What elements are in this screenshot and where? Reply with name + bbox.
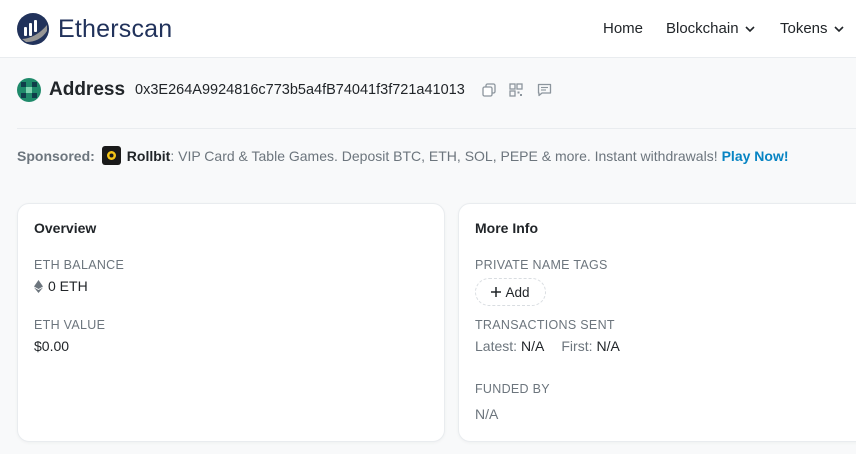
nav-tokens-label: Tokens bbox=[780, 20, 828, 37]
etherscan-logo-icon bbox=[17, 13, 49, 45]
latest-label: Latest: bbox=[475, 338, 518, 354]
qr-code-icon[interactable] bbox=[509, 83, 523, 97]
rollbit-logo-icon bbox=[101, 146, 121, 165]
divider bbox=[17, 128, 856, 129]
top-navbar: Etherscan Home Blockchain Tokens bbox=[0, 0, 856, 58]
add-name-tag-button[interactable]: Add bbox=[475, 278, 546, 306]
nav-blockchain[interactable]: Blockchain bbox=[666, 20, 755, 37]
address-hash: 0x3E264A9924816c773b5a4fB74041f3f721a410… bbox=[135, 82, 465, 98]
nav-tokens[interactable]: Tokens bbox=[780, 20, 844, 37]
sponsored-label: Sponsored: bbox=[17, 147, 95, 164]
add-label: Add bbox=[505, 284, 530, 300]
sponsor-text: : VIP Card & Table Games. Deposit BTC, E… bbox=[170, 147, 718, 164]
eth-balance-value: 0 ETH bbox=[34, 278, 88, 294]
chevron-down-icon bbox=[833, 25, 844, 32]
first-label: First: bbox=[561, 338, 593, 354]
sponsored-banner: Sponsored: Rollbit : VIP Card & Table Ga… bbox=[17, 146, 789, 165]
copy-icon[interactable] bbox=[482, 83, 496, 97]
eth-value-label: ETH VALUE bbox=[34, 318, 106, 332]
nav-home-label: Home bbox=[603, 20, 644, 37]
private-name-tags-label: PRIVATE NAME TAGS bbox=[475, 258, 608, 272]
latest-value: N/A bbox=[521, 338, 545, 354]
address-avatar bbox=[17, 78, 41, 102]
page-title: Address bbox=[49, 79, 126, 100]
eth-balance-label: ETH BALANCE bbox=[34, 258, 125, 272]
nav-home[interactable]: Home bbox=[603, 20, 643, 37]
comment-icon[interactable] bbox=[537, 83, 552, 97]
overview-card: Overview ETH BALANCE 0 ETH ETH VALUE $0.… bbox=[17, 203, 445, 442]
overview-title: Overview bbox=[34, 220, 97, 236]
sponsor-brand[interactable]: Rollbit bbox=[127, 148, 171, 164]
chevron-down-icon bbox=[744, 25, 755, 32]
eth-value-value: $0.00 bbox=[34, 338, 70, 354]
first-value: N/A bbox=[596, 338, 620, 354]
ethereum-icon bbox=[34, 279, 43, 293]
address-header: Address 0x3E264A9924816c773b5a4fB74041f3… bbox=[17, 78, 552, 102]
more-info-card: More Info PRIVATE NAME TAGS Add TRANSACT… bbox=[458, 203, 856, 442]
etherscan-logo[interactable]: Etherscan bbox=[16, 12, 172, 46]
plus-icon bbox=[491, 287, 502, 297]
funded-by-value: N/A bbox=[475, 406, 499, 422]
transactions-sent-label: TRANSACTIONS SENT bbox=[475, 318, 615, 332]
more-info-title: More Info bbox=[475, 220, 538, 236]
brand-name: Etherscan bbox=[58, 14, 173, 43]
funded-by-label: FUNDED BY bbox=[475, 382, 550, 396]
eth-balance-text: 0 ETH bbox=[48, 278, 88, 294]
play-now-link[interactable]: Play Now! bbox=[722, 148, 789, 164]
transactions-sent-values: Latest: N/A First: N/A bbox=[475, 338, 620, 354]
nav-blockchain-label: Blockchain bbox=[666, 20, 739, 37]
